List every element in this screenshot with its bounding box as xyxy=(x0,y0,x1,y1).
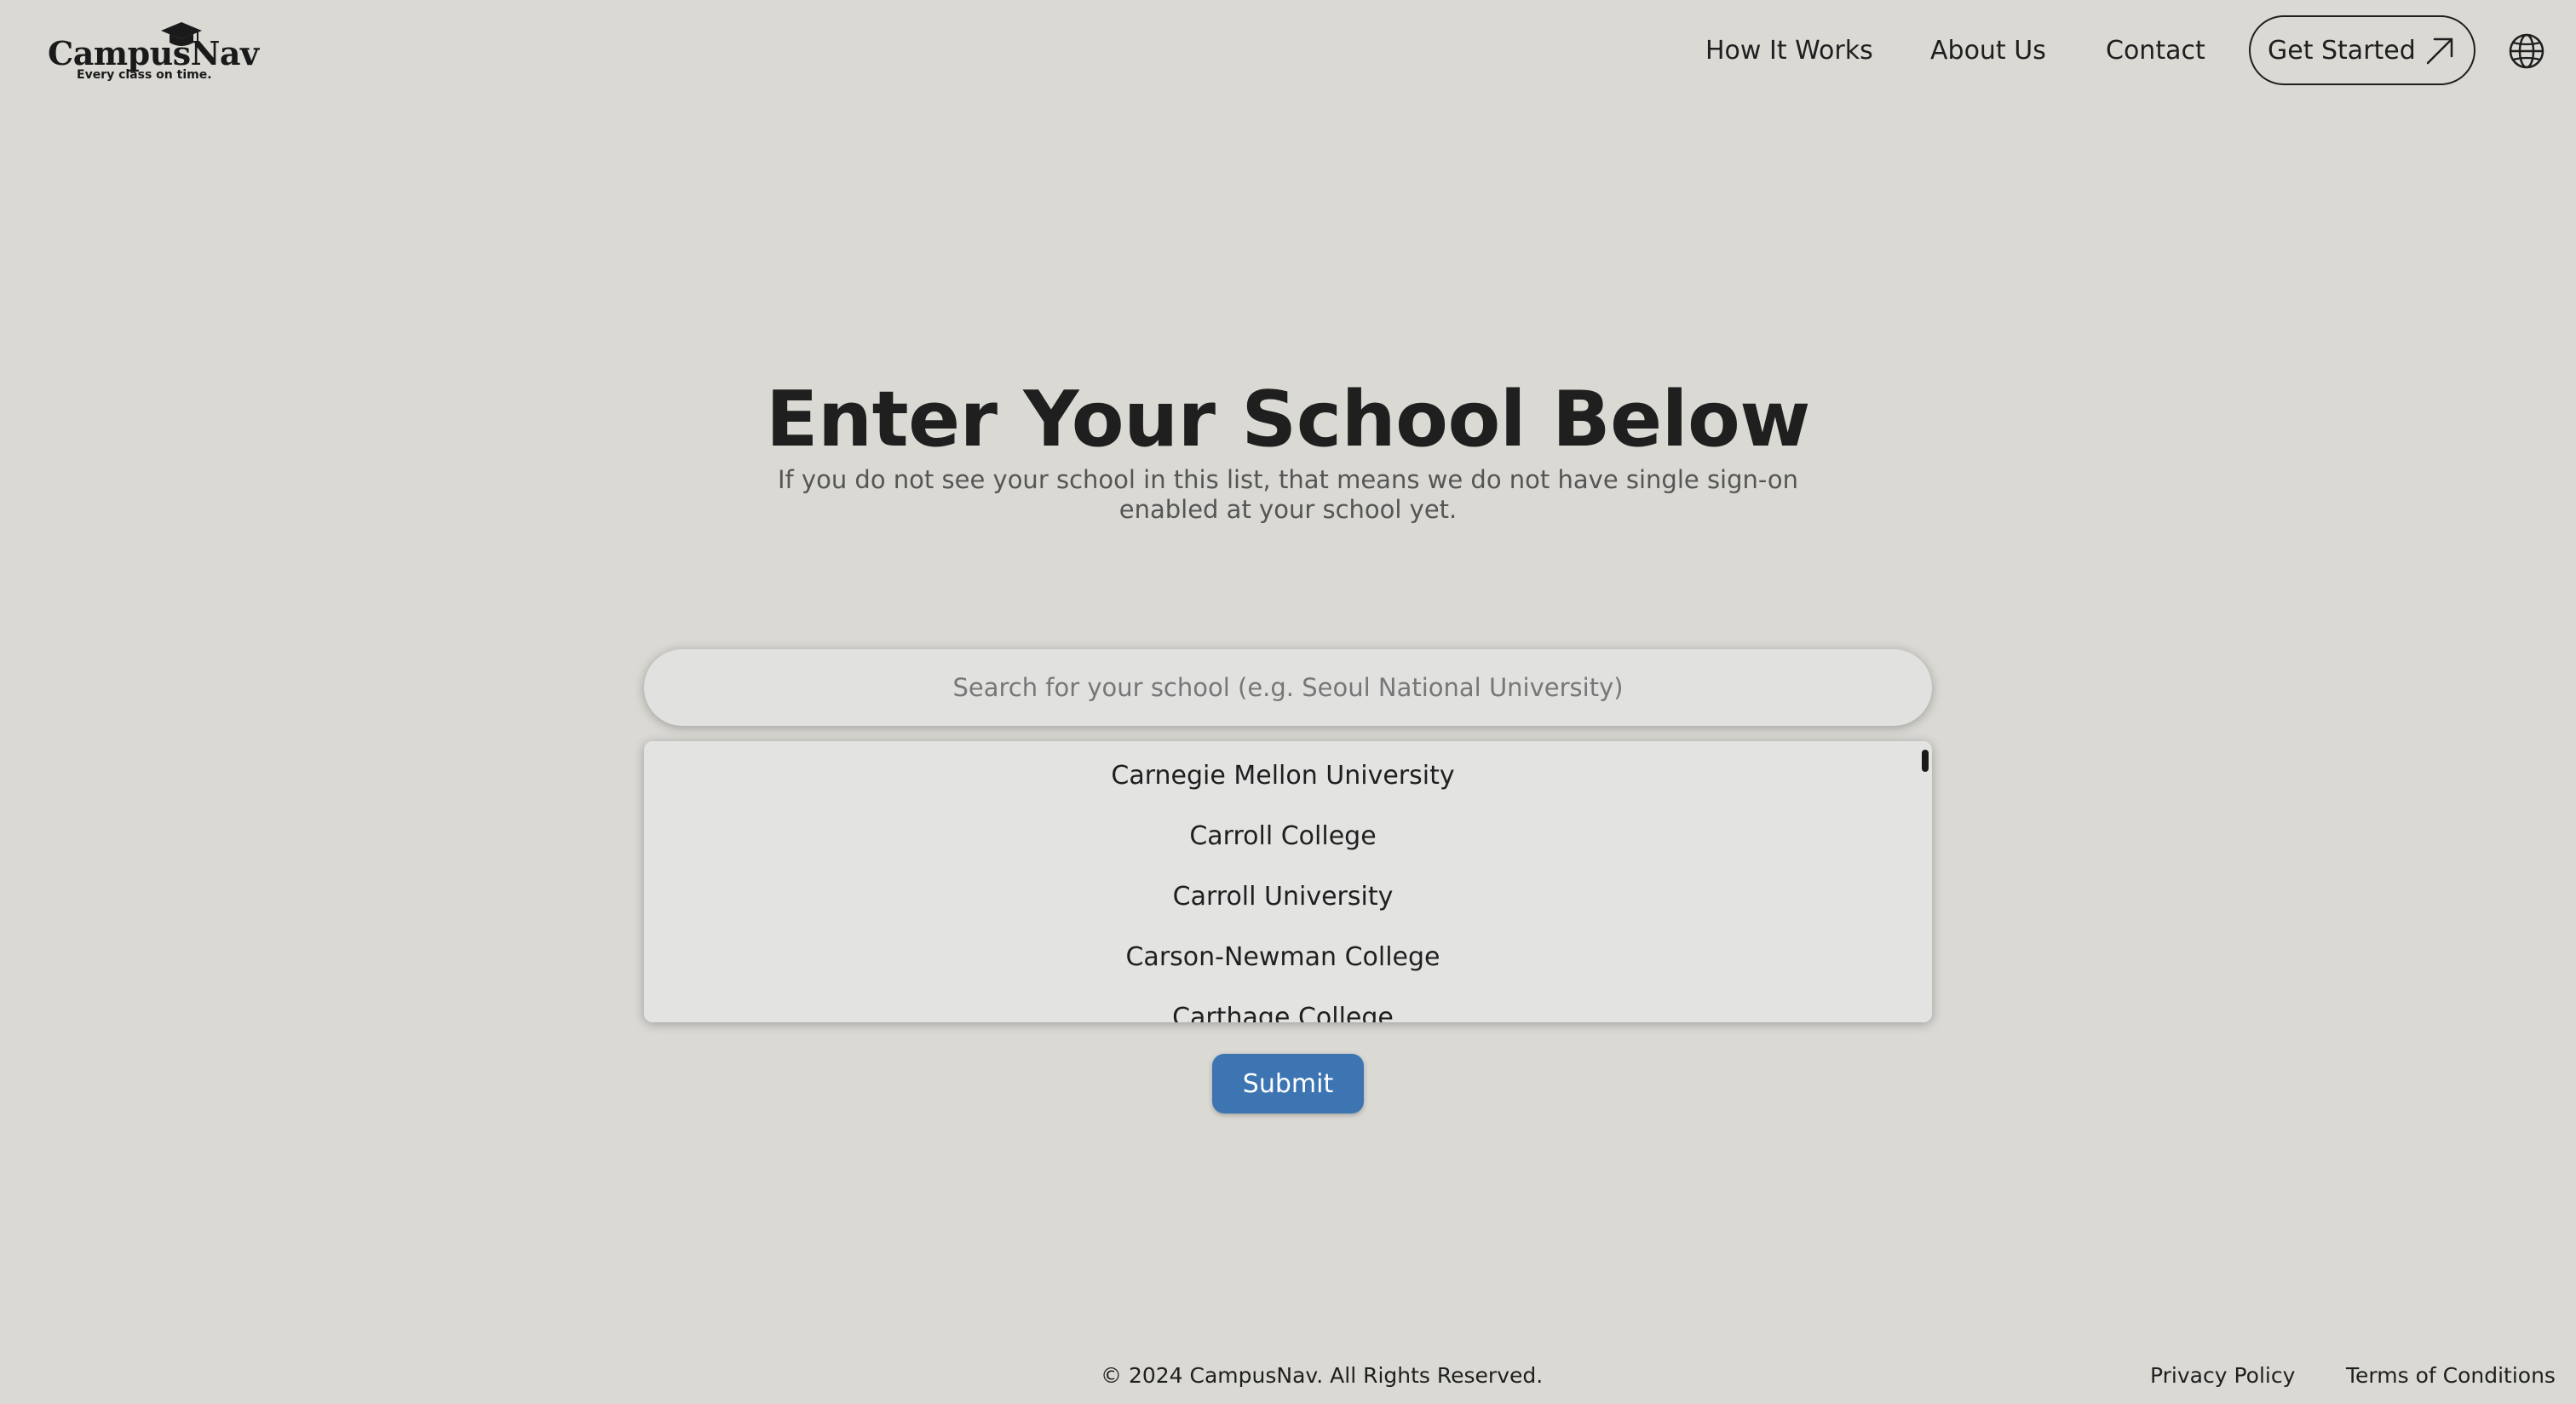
arrow-up-right-icon xyxy=(2426,37,2453,65)
school-option[interactable]: Carnegie Mellon University xyxy=(644,741,1922,802)
copyright-text: © 2024 CampusNav. All Rights Reserved. xyxy=(1101,1363,1544,1388)
nav-link-about-us[interactable]: About Us xyxy=(1930,34,2046,68)
page-title: Enter Your School Below xyxy=(766,375,1810,464)
school-option[interactable]: Carthage College xyxy=(644,983,1922,1022)
globe-icon[interactable] xyxy=(2508,32,2545,70)
nav-link-how-it-works[interactable]: How It Works xyxy=(1705,34,1873,68)
school-search-input[interactable] xyxy=(644,649,1932,726)
get-started-label: Get Started xyxy=(2268,35,2416,66)
get-started-button[interactable]: Get Started xyxy=(2249,15,2475,85)
privacy-policy-link[interactable]: Privacy Policy xyxy=(2150,1363,2295,1388)
brand-name: CampusNav xyxy=(48,34,259,72)
school-results-dropdown[interactable]: Carnegie Mellon University Carroll Colle… xyxy=(644,741,1932,1022)
nav-link-contact[interactable]: Contact xyxy=(2106,34,2205,68)
school-option[interactable]: Carroll College xyxy=(644,802,1922,862)
brand-logo[interactable]: CampusNav Every class on time. xyxy=(48,20,259,87)
page-subtitle: If you do not see your school in this li… xyxy=(777,465,1799,524)
school-results-list: Carnegie Mellon University Carroll Colle… xyxy=(644,741,1922,1022)
dropdown-scrollbar[interactable] xyxy=(1922,750,1929,772)
terms-link[interactable]: Terms of Conditions xyxy=(2346,1363,2556,1388)
submit-button[interactable]: Submit xyxy=(1212,1054,1364,1113)
school-option[interactable]: Carson-Newman College xyxy=(644,923,1922,983)
school-option[interactable]: Carroll University xyxy=(644,862,1922,923)
brand-tagline: Every class on time. xyxy=(77,68,212,82)
